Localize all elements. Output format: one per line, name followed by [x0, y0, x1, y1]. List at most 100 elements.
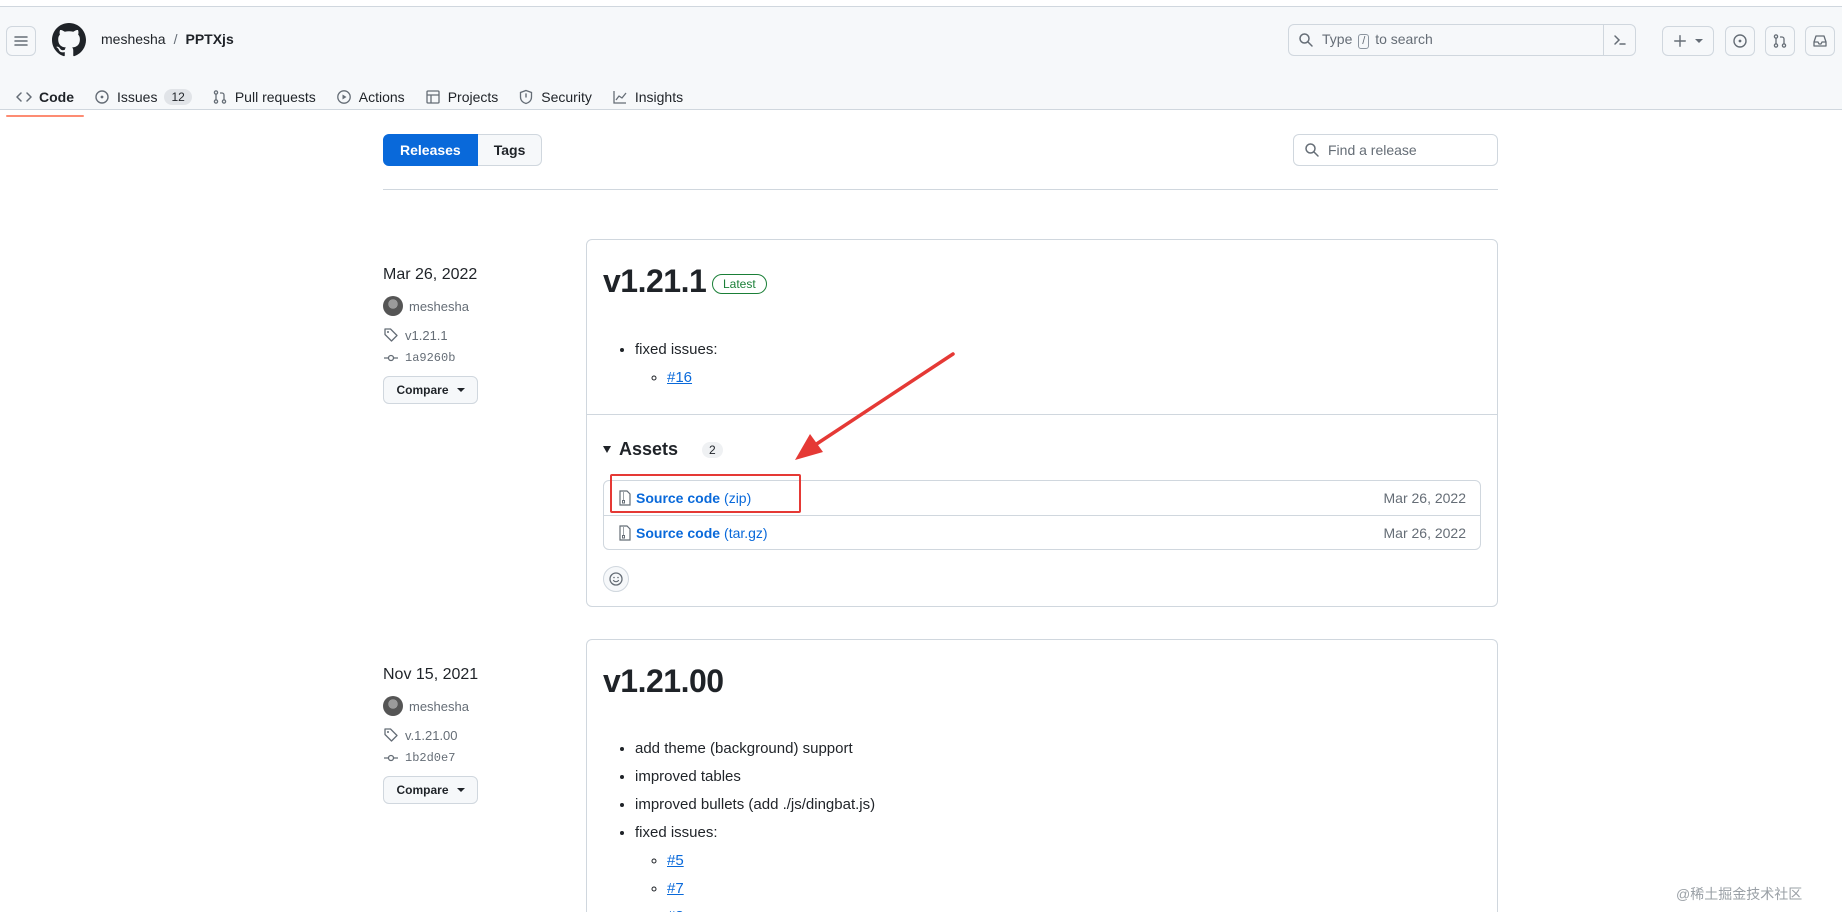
assets-toggle[interactable]: Assets 2 — [603, 439, 723, 460]
list-item: fixed issues: #5 #7 #8 — [635, 819, 875, 912]
release-tag[interactable]: v1.21.1 — [383, 327, 448, 343]
pull-request-icon — [213, 90, 227, 104]
repo-name-link[interactable]: PPTXjs — [185, 31, 233, 47]
chevron-down-icon — [456, 388, 465, 392]
tab-security[interactable]: Security — [508, 79, 602, 115]
issue-link[interactable]: #5 — [667, 852, 684, 869]
release-meta: Nov 15, 2021 meshesha v.1.21.00 1b2d0e7 … — [383, 666, 563, 804]
pull-requests-button[interactable] — [1765, 26, 1795, 56]
tag-name: v.1.21.00 — [405, 727, 458, 743]
release-commit[interactable]: 1b2d0e7 — [383, 750, 455, 766]
compare-button[interactable]: Compare — [383, 776, 478, 804]
tab-projects[interactable]: Projects — [415, 79, 509, 115]
list-item: #16 — [667, 364, 718, 392]
chevron-down-icon — [1695, 39, 1703, 43]
find-release-placeholder: Find a release — [1328, 142, 1417, 158]
tab-issues[interactable]: Issues 12 — [84, 79, 202, 115]
commit-sha: 1a9260b — [405, 351, 456, 365]
tab-pull-requests[interactable]: Pull requests — [202, 79, 326, 115]
tag-icon — [384, 728, 398, 742]
release-commit[interactable]: 1a9260b — [383, 350, 455, 366]
release-date: Nov 15, 2021 — [383, 666, 479, 683]
inbox-icon — [1813, 35, 1827, 47]
inbox-button[interactable] — [1805, 26, 1835, 56]
issues-count-badge: 12 — [164, 89, 192, 105]
compare-button[interactable]: Compare — [383, 376, 478, 404]
tab-label: Pull requests — [234, 89, 316, 105]
search-placeholder: Type / to search — [1322, 31, 1433, 49]
compare-label: Compare — [396, 783, 449, 797]
annotation-highlight-box — [610, 474, 801, 513]
global-header: meshesha / PPTXjs Type / to search Code … — [0, 6, 1842, 117]
release-notes: fixed issues: #16 — [603, 336, 718, 392]
tab-label: Insights — [634, 89, 684, 105]
tab-actions[interactable]: Actions — [326, 79, 415, 115]
play-icon — [336, 90, 351, 104]
tab-insights[interactable]: Insights — [602, 79, 693, 115]
search-shortcut-key: / — [1358, 34, 1370, 49]
tab-label: Issues — [117, 89, 158, 105]
plus-icon — [1674, 35, 1686, 47]
commit-sha: 1b2d0e7 — [405, 751, 456, 765]
list-item: #8 — [667, 903, 875, 912]
command-palette-button[interactable] — [1603, 25, 1635, 55]
list-item: improved bullets (add ./js/dingbat.js) — [635, 791, 875, 819]
menu-button[interactable] — [6, 26, 36, 56]
divider — [383, 189, 1498, 190]
github-logo-icon[interactable] — [52, 23, 86, 57]
list-item: #5 — [667, 847, 875, 875]
latest-badge: Latest — [712, 274, 767, 294]
issue-link[interactable]: #7 — [667, 880, 684, 897]
global-search-input[interactable]: Type / to search — [1288, 24, 1636, 56]
release-author[interactable]: meshesha — [383, 296, 469, 316]
issue-icon — [95, 90, 109, 104]
terminal-icon — [1613, 35, 1626, 45]
breadcrumb: meshesha / PPTXjs — [101, 31, 234, 47]
release-date: Mar 26, 2022 — [383, 266, 478, 283]
issue-link[interactable]: #8 — [667, 908, 684, 912]
tab-label: Code — [39, 89, 74, 105]
tab-code[interactable]: Code — [6, 79, 84, 117]
release-tag[interactable]: v.1.21.00 — [383, 727, 458, 743]
git-pull-request-icon — [1773, 34, 1787, 48]
repo-owner-link[interactable]: meshesha — [101, 31, 166, 47]
table-icon — [426, 90, 440, 104]
commit-icon — [384, 754, 398, 762]
issue-link[interactable]: #16 — [667, 369, 692, 386]
triangle-down-icon — [603, 446, 611, 453]
issues-button[interactable] — [1725, 26, 1755, 56]
search-icon — [1305, 143, 1319, 157]
avatar — [383, 296, 403, 316]
watermark: @稀土掘金技术社区 — [1676, 886, 1803, 902]
releases-subnav: Releases Tags — [383, 134, 543, 166]
release-title[interactable]: v1.21.00 — [603, 663, 724, 700]
releases-tab[interactable]: Releases — [383, 134, 478, 166]
divider — [587, 414, 1497, 415]
asset-extension: (tar.gz) — [724, 524, 768, 541]
release-title[interactable]: v1.21.1 — [603, 263, 707, 300]
issue-opened-icon — [1733, 34, 1747, 48]
release-author[interactable]: meshesha — [383, 696, 469, 716]
chevron-down-icon — [456, 788, 465, 792]
tags-tab[interactable]: Tags — [477, 134, 543, 166]
find-release-input[interactable]: Find a release — [1293, 134, 1498, 166]
list-item: add theme (background) support — [635, 735, 875, 763]
asset-name-link[interactable]: Source code — [636, 525, 720, 541]
tag-name: v1.21.1 — [405, 327, 448, 343]
search-icon — [1299, 33, 1313, 47]
create-new-button[interactable] — [1662, 26, 1714, 56]
author-name: meshesha — [409, 298, 469, 314]
asset-row[interactable]: Source code (tar.gz) Mar 26, 2022 — [604, 515, 1480, 549]
list-item: #7 — [667, 875, 875, 903]
asset-date: Mar 26, 2022 — [1383, 490, 1467, 506]
repo-navigation: Code Issues 12 Pull requests Actions Pro… — [6, 79, 693, 117]
hamburger-icon — [14, 36, 28, 46]
tab-label: Actions — [358, 89, 405, 105]
add-reaction-button[interactable] — [603, 566, 629, 592]
assets-heading: Assets — [619, 439, 679, 459]
release-card: v1.21.1 Latest fixed issues: #16 Assets … — [586, 239, 1498, 607]
avatar — [383, 696, 403, 716]
release-card: v1.21.00 add theme (background) support … — [586, 639, 1498, 912]
code-icon — [16, 92, 32, 102]
release-notes: add theme (background) support improved … — [603, 735, 875, 912]
